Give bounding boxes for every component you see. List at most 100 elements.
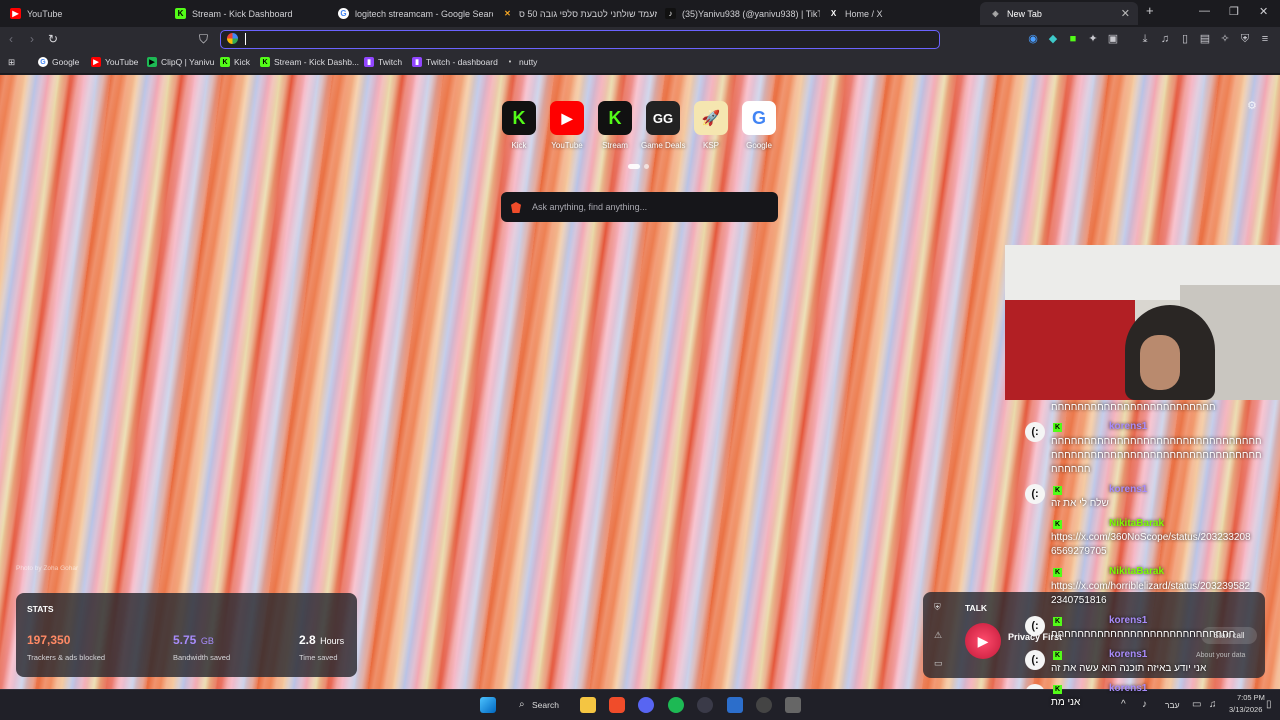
top-site-ksp[interactable]: 🚀 KSP (689, 101, 733, 150)
discord-icon[interactable] (638, 697, 654, 713)
photo-credit[interactable]: Photo by Zoha Gohar (16, 565, 78, 572)
restore-icon[interactable]: ❐ (1229, 5, 1239, 18)
alert-icon[interactable]: ⚠ (934, 630, 942, 641)
chat-message-text: חחחחחחחחחחחחחחחחחחחחחחחחחחחחחחחח (1051, 450, 1262, 461)
chat-message-text: חחחחחחחחחחחחחחחחחחחחחחחחחחחח (1051, 629, 1236, 640)
language-indicator[interactable]: עבר (1165, 700, 1180, 710)
extension-icon[interactable]: ▣ (1107, 33, 1119, 45)
search-icon[interactable]: ⌕ (519, 699, 525, 710)
brave-browser-icon[interactable] (609, 697, 625, 713)
apps-grid-icon[interactable]: ⊞ (8, 57, 15, 68)
bookmark-label: Google (52, 57, 80, 67)
kick-icon: K (220, 57, 230, 67)
close-tab-icon[interactable]: ✕ (1121, 7, 1130, 20)
app-icon[interactable] (727, 697, 743, 713)
bookmark-clipq[interactable]: ▶ ClipQ | Yanivu (147, 57, 214, 67)
stat-value: 2.8 (299, 633, 316, 647)
minimize-icon[interactable]: — (1199, 5, 1210, 17)
tab-kick-dashboard[interactable]: K Stream - Kick Dashboard (165, 2, 330, 25)
tab-strip: ▶ YouTube K Stream - Kick Dashboard G lo… (0, 0, 1280, 27)
stat-unit: Hours (320, 636, 345, 646)
reload-icon[interactable]: ↻ (48, 32, 58, 46)
clock-date[interactable]: 3/13/2026 (1229, 705, 1262, 714)
top-site-kick[interactable]: K Kick (497, 101, 541, 150)
microphone-icon[interactable]: ♪ (1142, 699, 1147, 710)
chat-message-text: אני מת (1051, 697, 1081, 708)
video-call-icon[interactable]: ▶ (965, 623, 1001, 659)
tab-tiktok[interactable]: ♪ (35)Yanivu938 (@yanivu938) | TikTok (655, 2, 820, 25)
search-placeholder: Ask anything, find anything... (532, 202, 648, 212)
google-icon: G (742, 101, 776, 135)
close-window-icon[interactable]: ✕ (1259, 5, 1268, 18)
tab-google-search[interactable]: G logitech streamcam - Google Search (328, 2, 493, 25)
extension-icon[interactable]: ◆ (1047, 33, 1059, 45)
stat-trackers: 197,350 Trackers & ads blocked (27, 631, 105, 662)
kick-icon: K (175, 8, 186, 19)
bookmark-google[interactable]: G Google (38, 57, 79, 67)
bookmark-icon[interactable]: ⛉ (199, 32, 208, 47)
bookmark-label: nutty (519, 57, 538, 67)
stats-widget: STATS 197,350 Trackers & ads blocked 5.7… (16, 593, 357, 677)
top-site-google[interactable]: G Google (737, 101, 781, 150)
spotify-icon[interactable] (668, 697, 684, 713)
file-explorer-icon[interactable] (580, 697, 596, 713)
app-icon[interactable] (785, 697, 801, 713)
tray-chevron-icon[interactable]: ^ (1121, 699, 1126, 710)
download-icon[interactable]: ⤓ (1139, 33, 1151, 45)
brave-shield-icon[interactable]: ⛨ (1239, 33, 1251, 45)
app-icon[interactable] (697, 697, 713, 713)
back-icon[interactable]: ‹ (9, 32, 13, 46)
leo-ai-icon[interactable]: ✧ (1219, 33, 1231, 45)
puzzle-icon[interactable]: ✦ (1087, 33, 1099, 45)
music-icon[interactable]: ♫ (1159, 33, 1171, 45)
bookmark-nutty[interactable]: • nutty (505, 57, 538, 67)
taskbar-search[interactable]: Search (532, 700, 559, 710)
start-button-windows-icon[interactable] (480, 697, 496, 713)
top-site-stream[interactable]: K Stream (593, 101, 637, 150)
chat-username: korens1 (1109, 421, 1148, 432)
shield-icon[interactable]: ⛨ (934, 602, 941, 613)
pagination-dot-active[interactable] (628, 164, 640, 169)
translate-icon[interactable]: ◉ (1027, 33, 1039, 45)
volume-icon[interactable]: ♫ (1209, 699, 1217, 710)
bookmark-twitch[interactable]: ▮ Twitch (364, 57, 402, 67)
search-box[interactable]: Ask anything, find anything... (501, 192, 778, 222)
top-site-game-deals[interactable]: GG Game Deals (641, 101, 685, 150)
settings-gear-icon[interactable]: ⚙ (1247, 99, 1257, 112)
sidebar-icon[interactable]: ▯ (1179, 33, 1191, 45)
obs-icon[interactable] (756, 697, 772, 713)
tab-new-tab[interactable]: ◈ New Tab ✕ (980, 2, 1138, 25)
kick-badge-icon: K (1053, 685, 1062, 694)
tab-x-home[interactable]: X Home / X (818, 2, 983, 25)
bookmark-label: Twitch (378, 57, 403, 67)
network-icon[interactable]: ▭ (1192, 699, 1201, 710)
pagination-dot[interactable] (644, 164, 649, 169)
wallet-icon[interactable]: ▤ (1199, 33, 1211, 45)
tab-youtube[interactable]: ▶ YouTube (0, 2, 165, 25)
bookmark-kick-dashboard[interactable]: K Stream - Kick Dashb... (260, 57, 359, 67)
tab-aliexpress[interactable]: ✕ מעמד שולחני לטבעת סלפי גובה 50 ס... (492, 2, 657, 25)
address-bar[interactable] (220, 30, 940, 49)
bookmark-youtube[interactable]: ▶ YouTube (91, 57, 138, 67)
card-icon[interactable]: ▭ (934, 658, 943, 669)
top-site-youtube[interactable]: ▶ YouTube (545, 101, 589, 150)
extension-icon[interactable]: ■ (1067, 33, 1079, 45)
new-tab-plus-icon[interactable]: + (1146, 3, 1154, 18)
bookmark-twitch-dashboard[interactable]: ▮ Twitch - dashboard (412, 57, 498, 67)
top-site-label: Stream (602, 141, 628, 150)
about-data-link[interactable]: About your data (1196, 652, 1245, 659)
bookmark-label: Stream - Kick Dashb... (274, 57, 360, 67)
tab-label: מעמד שולחני לטבעת סלפי גובה 50 ס... (519, 8, 657, 19)
chat-message-text: שלח לי את זה (1051, 498, 1109, 509)
chat-username: korens1 (1109, 615, 1148, 626)
notification-icon[interactable]: ▯ (1266, 699, 1272, 710)
tab-label: New Tab (1007, 8, 1042, 19)
game-deals-icon: GG (646, 101, 680, 135)
bookmark-kick[interactable]: K Kick (220, 57, 250, 67)
forward-icon[interactable]: › (30, 32, 34, 46)
chat-message-text: 6569279705 (1051, 546, 1107, 557)
tab-label: (35)Yanivu938 (@yanivu938) | TikTok (682, 8, 820, 19)
talk-title: TALK (965, 603, 988, 613)
clock-time[interactable]: 7:05 PM (1237, 693, 1265, 702)
menu-icon[interactable]: ≡ (1259, 33, 1271, 45)
